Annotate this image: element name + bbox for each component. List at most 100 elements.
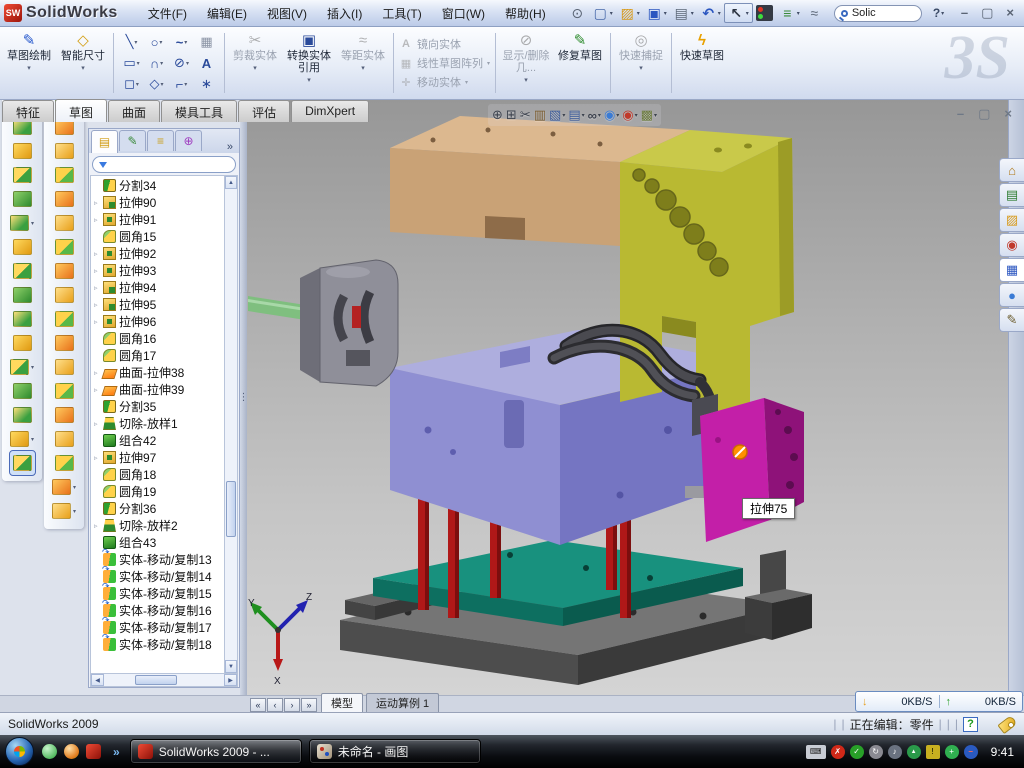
- menu-item[interactable]: 工具(T): [372, 1, 431, 26]
- toolbar-button[interactable]: [13, 187, 32, 211]
- tree-item[interactable]: 拉伸94: [91, 279, 224, 296]
- tree-horizontal-scrollbar[interactable]: ◀ ▶: [90, 674, 238, 687]
- toolbar-button[interactable]: [566, 4, 589, 22]
- toolbar-button[interactable]: [13, 403, 32, 427]
- tree-item[interactable]: 实体-移动/复制15: [91, 585, 224, 602]
- tree-item[interactable]: 圆角16: [91, 330, 224, 347]
- tag-icon[interactable]: [997, 714, 1017, 733]
- command-button[interactable]: 草图绘制: [2, 29, 56, 97]
- tree-item[interactable]: 切除-放样2: [91, 517, 224, 534]
- command-button[interactable]: 智能尺寸: [56, 29, 110, 97]
- tab-nav-icon[interactable]: ›: [284, 698, 300, 712]
- toolbar-button[interactable]: [697, 4, 724, 22]
- tree-item[interactable]: 曲面-拉伸39: [91, 381, 224, 398]
- tree-item[interactable]: 实体-移动/复制18: [91, 636, 224, 653]
- graphics-viewport[interactable]: Y Z X: [240, 100, 1008, 695]
- view-tool-button[interactable]: [588, 108, 601, 123]
- command-tab[interactable]: 评估: [238, 100, 290, 122]
- expand-arrow-icon[interactable]: [94, 420, 103, 428]
- tray-icon[interactable]: [926, 745, 940, 759]
- tab-nav-icon[interactable]: ‹: [267, 698, 283, 712]
- view-tool-button[interactable]: [622, 107, 637, 123]
- toolbar-button[interactable]: [55, 139, 74, 163]
- tree-item[interactable]: 圆角18: [91, 466, 224, 483]
- panel-overflow-chevron[interactable]: »: [223, 141, 237, 153]
- toolbar-button[interactable]: [55, 427, 74, 451]
- menu-item[interactable]: 视图(V): [257, 1, 317, 26]
- scroll-thumb[interactable]: [226, 481, 236, 537]
- menu-item[interactable]: 帮助(H): [495, 1, 556, 26]
- sketch-entity-button[interactable]: [169, 32, 194, 53]
- taskbar-window-button[interactable]: 未命名 - 画图: [309, 739, 481, 764]
- toolbar-button[interactable]: [55, 211, 74, 235]
- tree-item[interactable]: 圆角17: [91, 347, 224, 364]
- tree-item[interactable]: 组合43: [91, 534, 224, 551]
- toolbar-button[interactable]: [10, 355, 34, 379]
- menu-item[interactable]: 编辑(E): [197, 1, 257, 26]
- quick-launch-icon[interactable]: [86, 744, 101, 759]
- tree-item[interactable]: 实体-移动/复制14: [91, 568, 224, 585]
- tree-item[interactable]: 组合42: [91, 432, 224, 449]
- quick-launch-icon[interactable]: [64, 744, 79, 759]
- quick-launch-chevron[interactable]: »: [113, 745, 120, 759]
- tree-filter-input[interactable]: [92, 156, 236, 173]
- panel-splitter[interactable]: [240, 100, 247, 695]
- tree-item[interactable]: 拉伸97: [91, 449, 224, 466]
- view-tool-button[interactable]: [604, 107, 619, 123]
- command-row-button[interactable]: 线性草图阵列: [399, 55, 490, 71]
- document-tab[interactable]: 模型: [321, 693, 363, 712]
- toolbar-button[interactable]: [55, 379, 74, 403]
- scroll-left-icon[interactable]: ◀: [91, 674, 104, 686]
- tree-item[interactable]: 拉伸90: [91, 194, 224, 211]
- view-tool-button[interactable]: [549, 107, 565, 123]
- toolbar-button[interactable]: [643, 4, 670, 22]
- toolbar-button[interactable]: [13, 283, 32, 307]
- scroll-right-icon[interactable]: ▶: [224, 674, 237, 686]
- toolbar-button[interactable]: [55, 163, 74, 187]
- tree-vertical-scrollbar[interactable]: ▲ ▼: [225, 175, 238, 674]
- task-pane-tab[interactable]: [999, 183, 1024, 207]
- sketch-entity-button[interactable]: [119, 32, 144, 53]
- tray-icon[interactable]: [945, 745, 959, 759]
- tray-icon[interactable]: [850, 745, 864, 759]
- view-tool-button[interactable]: [534, 107, 546, 123]
- tree-item[interactable]: 实体-移动/复制17: [91, 619, 224, 636]
- help-button[interactable]: ?: [930, 5, 947, 21]
- toolbar-button[interactable]: [13, 379, 32, 403]
- toolbar-button[interactable]: [13, 139, 32, 163]
- expand-arrow-icon[interactable]: [94, 216, 103, 224]
- tray-icon[interactable]: [888, 745, 902, 759]
- command-button[interactable]: 显示/删除几...: [499, 29, 553, 97]
- toolbar-button[interactable]: [803, 4, 826, 22]
- toolbar-button[interactable]: [776, 4, 803, 22]
- toolbar-button[interactable]: [55, 451, 74, 475]
- taskbar-window-button[interactable]: SolidWorks 2009 - ...: [130, 739, 302, 764]
- task-pane-tab[interactable]: [999, 158, 1024, 182]
- sketch-entity-button[interactable]: [144, 74, 169, 95]
- toolbar-button[interactable]: [10, 451, 35, 475]
- tree-item[interactable]: 分割34: [91, 177, 224, 194]
- expand-arrow-icon[interactable]: [94, 454, 103, 462]
- toolbar-button[interactable]: [55, 355, 74, 379]
- doc-minimize-icon[interactable]: –: [957, 106, 964, 122]
- command-button[interactable]: 快速捕捉: [614, 29, 668, 97]
- toolbar-button[interactable]: [55, 259, 74, 283]
- expand-arrow-icon[interactable]: [94, 284, 103, 292]
- command-row-button[interactable]: 移动实体: [399, 74, 490, 90]
- toolbar-button[interactable]: [55, 331, 74, 355]
- command-button[interactable]: 修复草图: [553, 29, 607, 97]
- toolbar-button[interactable]: [13, 307, 32, 331]
- toolbar-button[interactable]: [724, 3, 753, 23]
- task-pane-tab[interactable]: [999, 308, 1024, 332]
- doc-close-icon[interactable]: ×: [1004, 106, 1012, 122]
- sketch-entity-button[interactable]: [144, 32, 169, 53]
- tree-item[interactable]: 拉伸93: [91, 262, 224, 279]
- toolbar-button[interactable]: [55, 187, 74, 211]
- scroll-up-icon[interactable]: ▲: [225, 176, 237, 189]
- tree-item[interactable]: 分割36: [91, 500, 224, 517]
- quick-tips-button[interactable]: ?: [963, 717, 978, 732]
- command-tab[interactable]: DimXpert: [291, 100, 369, 122]
- taskbar-clock[interactable]: 9:41: [991, 745, 1024, 759]
- sketch-entity-button[interactable]: [119, 74, 144, 95]
- sketch-entity-button[interactable]: [119, 53, 144, 74]
